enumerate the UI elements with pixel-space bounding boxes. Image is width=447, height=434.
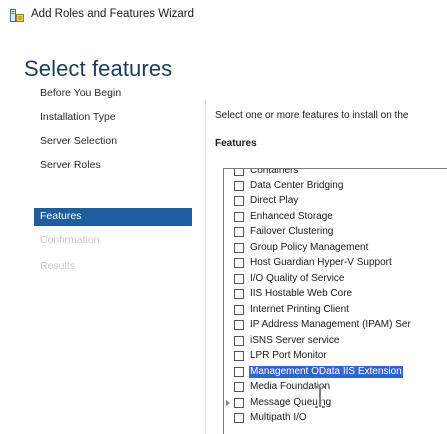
nav-item-results: Results xyxy=(40,260,76,272)
checkbox[interactable] xyxy=(234,336,244,346)
checkbox[interactable] xyxy=(234,227,244,237)
feature-label: Multipath I/O xyxy=(250,412,307,423)
feature-label: Enhanced Storage xyxy=(250,211,333,222)
feature-item[interactable]: Enhanced Storage xyxy=(224,211,447,223)
nav-item-server-selection[interactable]: Server Selection xyxy=(40,135,117,147)
feature-item[interactable]: iSNS Server service xyxy=(224,335,447,347)
feature-label: Failover Clustering xyxy=(250,226,334,237)
feature-item[interactable]: Host Guardian Hyper-V Support xyxy=(224,257,447,269)
expand-arrow-icon[interactable] xyxy=(226,400,230,406)
feature-label: I/O Quality of Service xyxy=(250,273,345,284)
feature-item[interactable]: Data Center Bridging xyxy=(224,180,447,192)
nav-divider xyxy=(205,100,206,434)
checkbox[interactable] xyxy=(234,196,244,206)
feature-item-highlighted[interactable]: Management OData IIS Extension xyxy=(224,366,447,378)
feature-label: Group Policy Management xyxy=(250,242,369,253)
checkbox[interactable] xyxy=(234,413,244,423)
checkbox[interactable] xyxy=(234,274,244,284)
feature-label: iSNS Server service xyxy=(250,335,340,346)
checkbox[interactable] xyxy=(234,398,244,408)
feature-item[interactable]: Containers xyxy=(224,168,447,177)
text-cursor-icon xyxy=(315,386,325,408)
nav-item-installation-type[interactable]: Installation Type xyxy=(40,111,116,123)
nav-item-before-you-begin[interactable]: Before You Begin xyxy=(40,87,121,99)
nav-item-label: Features xyxy=(40,210,82,222)
checkbox[interactable] xyxy=(234,351,244,361)
nav-item-confirmation: Confirmation xyxy=(40,234,100,246)
feature-item[interactable]: I/O Quality of Service xyxy=(224,273,447,285)
page-title: Select features xyxy=(24,56,173,81)
feature-item[interactable]: Failover Clustering xyxy=(224,226,447,238)
feature-label: LPR Port Monitor xyxy=(250,350,327,361)
checkbox[interactable] xyxy=(234,258,244,268)
checkbox[interactable] xyxy=(234,212,244,222)
checkbox[interactable] xyxy=(234,181,244,191)
feature-item[interactable]: Direct Play xyxy=(224,195,447,207)
nav-item-features[interactable]: Features xyxy=(34,208,192,226)
feature-label: IIS Hostable Web Core xyxy=(250,288,353,299)
feature-item[interactable]: Media Foundation xyxy=(224,381,447,393)
title-bar: Add Roles and Features Wizard xyxy=(0,0,447,30)
feature-label: IP Address Management (IPAM) Ser xyxy=(250,319,411,330)
checkbox[interactable] xyxy=(234,305,244,315)
feature-item[interactable]: Group Policy Management xyxy=(224,242,447,254)
feature-label: Containers xyxy=(250,168,299,176)
feature-item[interactable]: Multipath I/O xyxy=(224,412,447,424)
feature-item[interactable]: IP Address Management (IPAM) Ser xyxy=(224,319,447,331)
server-manager-icon xyxy=(10,9,24,22)
feature-label: Management OData IIS Extension xyxy=(249,366,403,378)
instruction-text: Select one or more features to install o… xyxy=(215,110,409,121)
feature-label: Direct Play xyxy=(250,195,299,206)
checkbox[interactable] xyxy=(234,289,244,299)
features-heading: Features xyxy=(215,138,257,149)
feature-item[interactable]: IIS Hostable Web Core xyxy=(224,288,447,300)
checkbox[interactable] xyxy=(234,169,244,176)
nav-item-server-roles[interactable]: Server Roles xyxy=(40,159,101,171)
feature-item[interactable]: Internet Printing Client xyxy=(224,304,447,316)
feature-label: Internet Printing Client xyxy=(250,304,349,315)
features-tree[interactable]: Containers Data Center Bridging Direct P… xyxy=(223,168,447,434)
feature-item[interactable]: LPR Port Monitor xyxy=(224,350,447,362)
checkbox[interactable] xyxy=(234,320,244,330)
feature-item[interactable]: Message Queuing xyxy=(224,397,447,409)
feature-label: Host Guardian Hyper-V Support xyxy=(250,257,392,268)
feature-label: Data Center Bridging xyxy=(250,180,344,191)
checkbox[interactable] xyxy=(234,367,244,377)
checkbox[interactable] xyxy=(234,243,244,253)
checkbox[interactable] xyxy=(234,382,244,392)
window-title: Add Roles and Features Wizard xyxy=(31,8,194,20)
